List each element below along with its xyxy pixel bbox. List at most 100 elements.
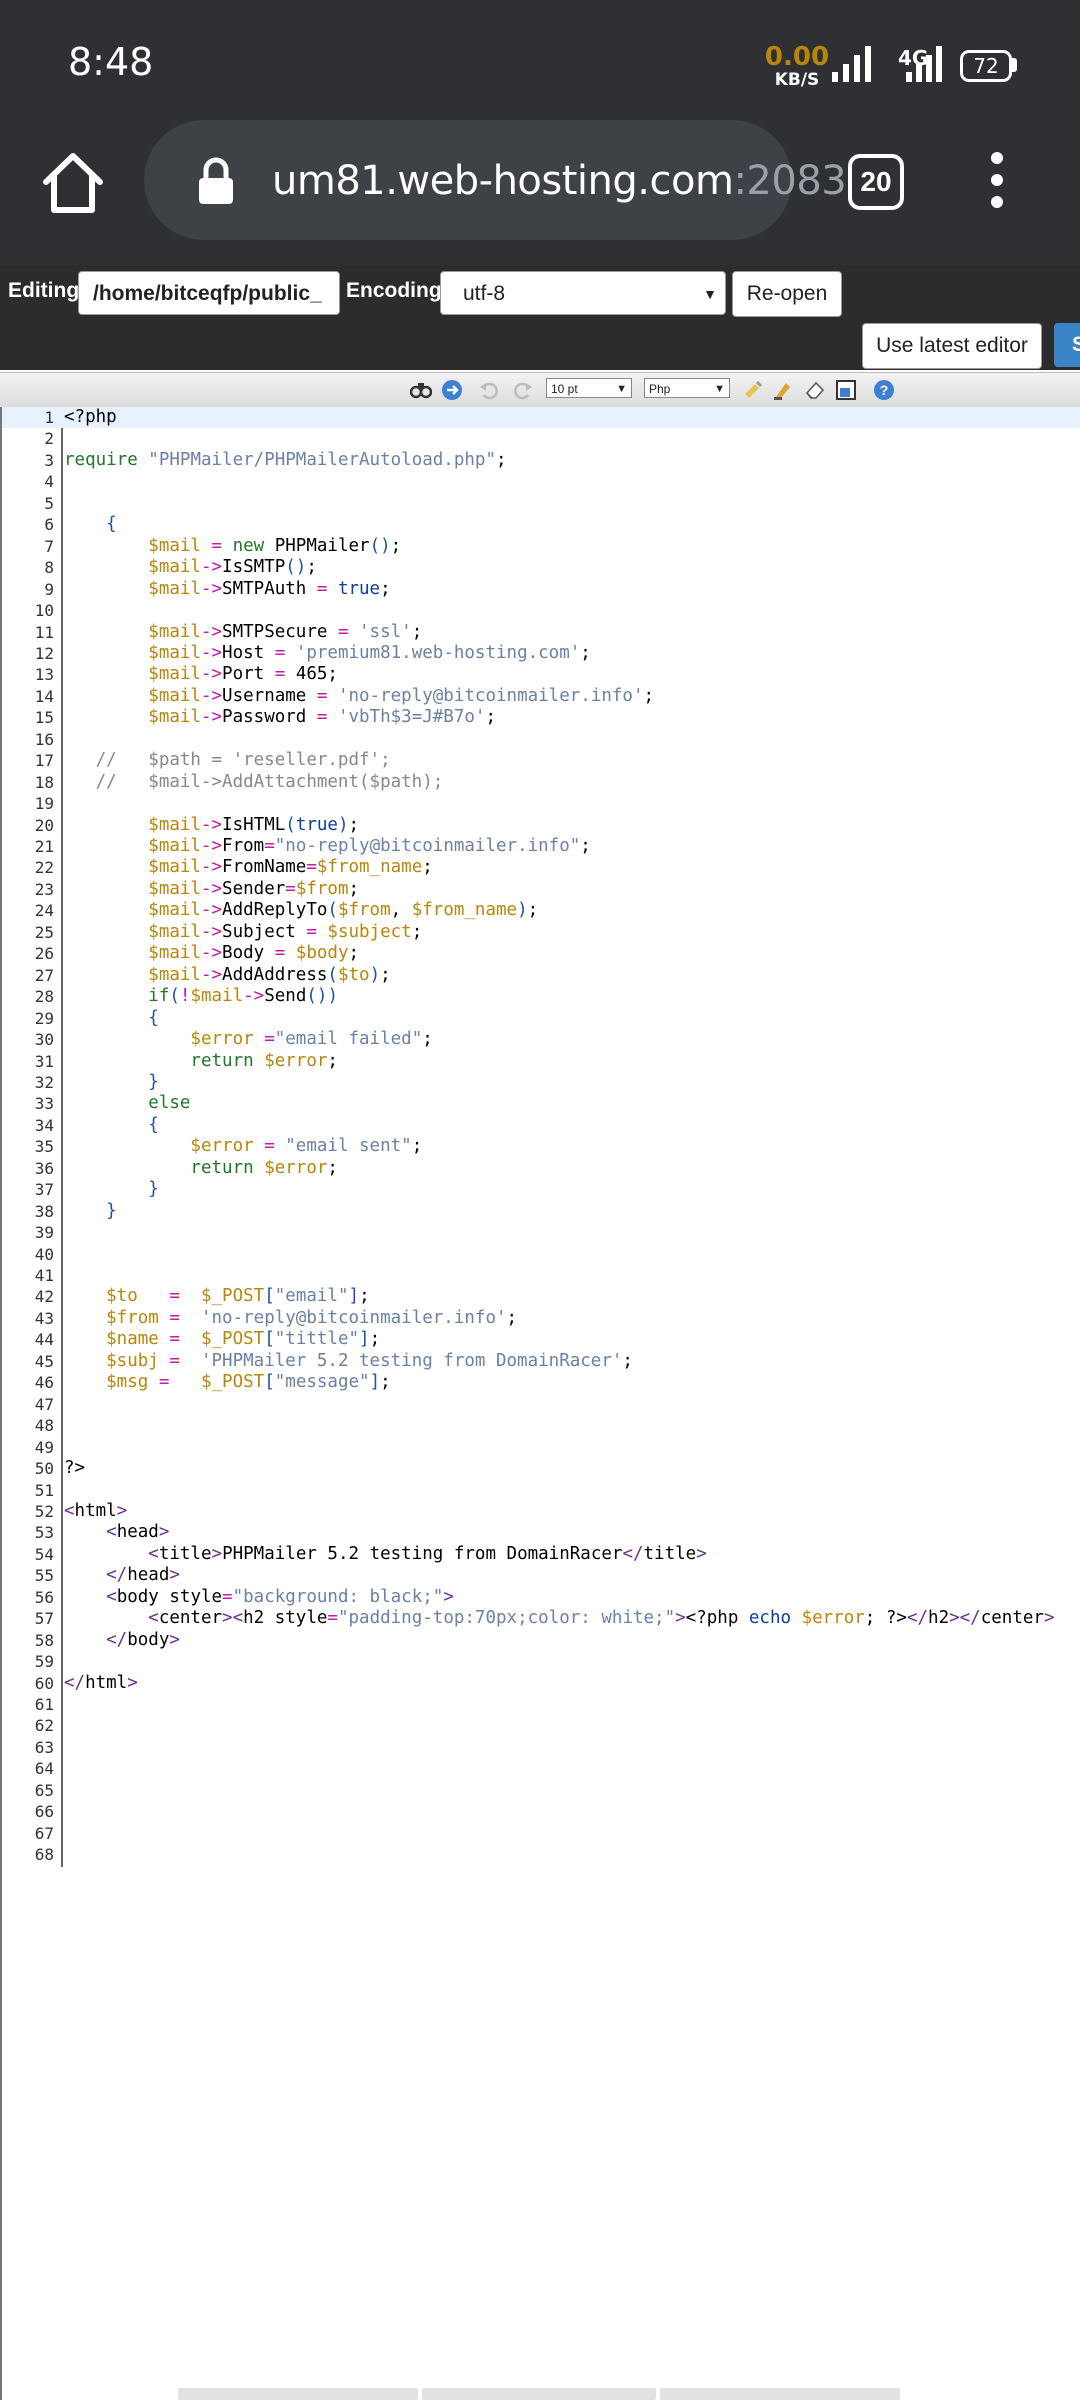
code-line[interactable]: 37 } [2, 1179, 1080, 1200]
code-line[interactable]: 7 $mail = new PHPMailer(); [2, 536, 1080, 557]
tab-switcher-button[interactable]: 20 [848, 154, 904, 210]
code-line[interactable]: 52 <html> [2, 1501, 1080, 1522]
save-changes-button[interactable]: S [1054, 323, 1080, 367]
code-line[interactable]: 54 <title>PHPMailer 5.2 testing from Dom… [2, 1544, 1080, 1565]
code-line[interactable]: 2 [2, 428, 1080, 449]
menu-icon[interactable] [982, 150, 1012, 210]
code-line[interactable]: 61 [2, 1694, 1080, 1715]
code-line[interactable]: 45 $subj = 'PHPMailer 5.2 testing from D… [2, 1351, 1080, 1372]
code-line[interactable]: 8 $mail->IsSMTP(); [2, 557, 1080, 578]
code-line[interactable]: 24 $mail->AddReplyTo($from, $from_name); [2, 900, 1080, 921]
code-line[interactable]: 43 $from = 'no-reply@bitcoinmailer.info'… [2, 1308, 1080, 1329]
code-line[interactable]: 14 $mail->Username = 'no-reply@bitcoinma… [2, 686, 1080, 707]
code-line[interactable]: 32 } [2, 1072, 1080, 1093]
code-line[interactable]: 31 return $error; [2, 1051, 1080, 1072]
code-line[interactable]: 46 $msg = $_POST["message"]; [2, 1372, 1080, 1393]
code-editor[interactable]: 1 <?php 2 3 require "PHPMailer/PHPMailerAuto… [0, 407, 1080, 2400]
url-text[interactable]: um81.web-hosting.com:2083 [272, 158, 847, 204]
code-line[interactable]: 19 [2, 793, 1080, 814]
code-line[interactable]: 29 { [2, 1008, 1080, 1029]
code-line[interactable]: 36 return $error; [2, 1158, 1080, 1179]
code-line[interactable]: 35 $error = "email sent"; [2, 1136, 1080, 1157]
lock-icon[interactable] [196, 156, 236, 206]
code-line[interactable]: 28 if(!$mail->Send()) [2, 986, 1080, 1007]
code-line[interactable]: 15 $mail->Password = 'vbTh$3=J#B7o'; [2, 707, 1080, 728]
code-line[interactable]: 44 $name = $_POST["tittle"]; [2, 1329, 1080, 1350]
code-text: $msg = $_POST["message"]; [64, 1372, 391, 1393]
font-size-select[interactable]: 10 pt ▼ [546, 378, 632, 398]
code-line[interactable]: 59 [2, 1651, 1080, 1672]
code-line[interactable]: 55 </head> [2, 1565, 1080, 1586]
code-line[interactable]: 40 [2, 1244, 1080, 1265]
code-line[interactable]: 1 <?php [2, 407, 1080, 429]
code-line[interactable]: 13 $mail->Port = 465; [2, 664, 1080, 685]
code-line[interactable]: 21 $mail->From="no-reply@bitcoinmailer.i… [2, 836, 1080, 857]
code-line[interactable]: 68 [2, 1844, 1080, 1865]
code-line[interactable]: 30 $error ="email failed"; [2, 1029, 1080, 1050]
code-line[interactable]: 49 [2, 1437, 1080, 1458]
encoding-select[interactable]: utf-8 ▼ [440, 271, 726, 315]
code-line[interactable]: 34 { [2, 1115, 1080, 1136]
code-line[interactable]: 23 $mail->Sender=$from; [2, 879, 1080, 900]
reset-highlight-icon[interactable] [772, 379, 794, 401]
code-line[interactable]: 48 [2, 1415, 1080, 1436]
code-line[interactable]: 66 [2, 1801, 1080, 1822]
code-line[interactable]: 17 // $path = 'reseller.pdf'; [2, 750, 1080, 771]
code-line[interactable]: 10 [2, 600, 1080, 621]
home-icon[interactable] [38, 148, 108, 218]
scrollbar-segment[interactable] [660, 2388, 900, 2400]
help-icon[interactable]: ? [873, 379, 895, 401]
code-line[interactable]: 60 </html> [2, 1673, 1080, 1694]
scrollbar-segment[interactable] [422, 2388, 656, 2400]
redo-icon[interactable] [512, 379, 534, 401]
code-line[interactable]: 18 // $mail->AddAttachment($path); [2, 772, 1080, 793]
line-number: 21 [34, 837, 54, 856]
code-line[interactable]: 5 [2, 493, 1080, 514]
address-bar[interactable]: um81.web-hosting.com:2083 [144, 120, 847, 240]
code-line[interactable]: 39 [2, 1222, 1080, 1243]
scrollbar-segment[interactable] [178, 2388, 418, 2400]
line-number: 6 [44, 515, 54, 535]
code-line[interactable]: 20 $mail->IsHTML(true); [2, 815, 1080, 836]
line-number: 59 [34, 1652, 54, 1672]
code-line[interactable]: 67 [2, 1823, 1080, 1844]
goto-line-icon[interactable] [441, 379, 463, 401]
code-line[interactable]: 41 [2, 1265, 1080, 1286]
code-line[interactable]: 53 <head> [2, 1522, 1080, 1543]
code-line[interactable]: 6 { [2, 514, 1080, 535]
code-line[interactable]: 64 [2, 1758, 1080, 1779]
code-line[interactable]: 27 $mail->AddAddress($to); [2, 965, 1080, 986]
code-line[interactable]: 57 <center><h2 style="padding-top:70px;c… [2, 1608, 1080, 1629]
line-number: 38 [34, 1201, 54, 1221]
undo-icon[interactable] [478, 379, 500, 401]
code-line[interactable]: 11 $mail->SMTPSecure = 'ssl'; [2, 622, 1080, 643]
code-line[interactable]: 3 require "PHPMailer/PHPMailerAutoload.ph… [2, 450, 1080, 471]
search-icon[interactable] [410, 379, 432, 401]
code-line[interactable]: 63 [2, 1737, 1080, 1758]
reopen-button[interactable]: Re-open [732, 271, 842, 317]
code-line[interactable]: 62 [2, 1715, 1080, 1736]
code-line[interactable]: 22 $mail->FromName=$from_name; [2, 857, 1080, 878]
code-line[interactable]: 9 $mail->SMTPAuth = true; [2, 579, 1080, 600]
code-line[interactable]: 4 [2, 471, 1080, 492]
code-line[interactable]: 33 else [2, 1093, 1080, 1114]
code-line[interactable]: 26 $mail->Body = $body; [2, 943, 1080, 964]
use-latest-editor-button[interactable]: Use latest editor [862, 323, 1042, 369]
fullscreen-icon[interactable] [835, 379, 857, 401]
code-line[interactable]: 56 <body style="background: black;"> [2, 1587, 1080, 1608]
code-line[interactable]: 65 [2, 1780, 1080, 1801]
code-line[interactable]: 12 $mail->Host = 'premium81.web-hosting.… [2, 643, 1080, 664]
file-path-field[interactable]: /home/bitceqfp/public_ [78, 271, 340, 315]
code-line[interactable]: 58 </body> [2, 1630, 1080, 1651]
code-line[interactable]: 16 [2, 729, 1080, 750]
highlight-icon[interactable] [742, 379, 764, 401]
code-text: // $mail->AddAttachment($path); [64, 771, 444, 792]
code-line[interactable]: 38 } [2, 1201, 1080, 1222]
code-line[interactable]: 50 ?> [2, 1458, 1080, 1479]
code-line[interactable]: 42 $to = $_POST["email"]; [2, 1286, 1080, 1307]
code-line[interactable]: 25 $mail->Subject = $subject; [2, 922, 1080, 943]
syntax-select[interactable]: Php ▼ [644, 378, 730, 398]
code-line[interactable]: 47 [2, 1394, 1080, 1415]
eraser-icon[interactable] [804, 379, 826, 401]
code-line[interactable]: 51 [2, 1480, 1080, 1501]
